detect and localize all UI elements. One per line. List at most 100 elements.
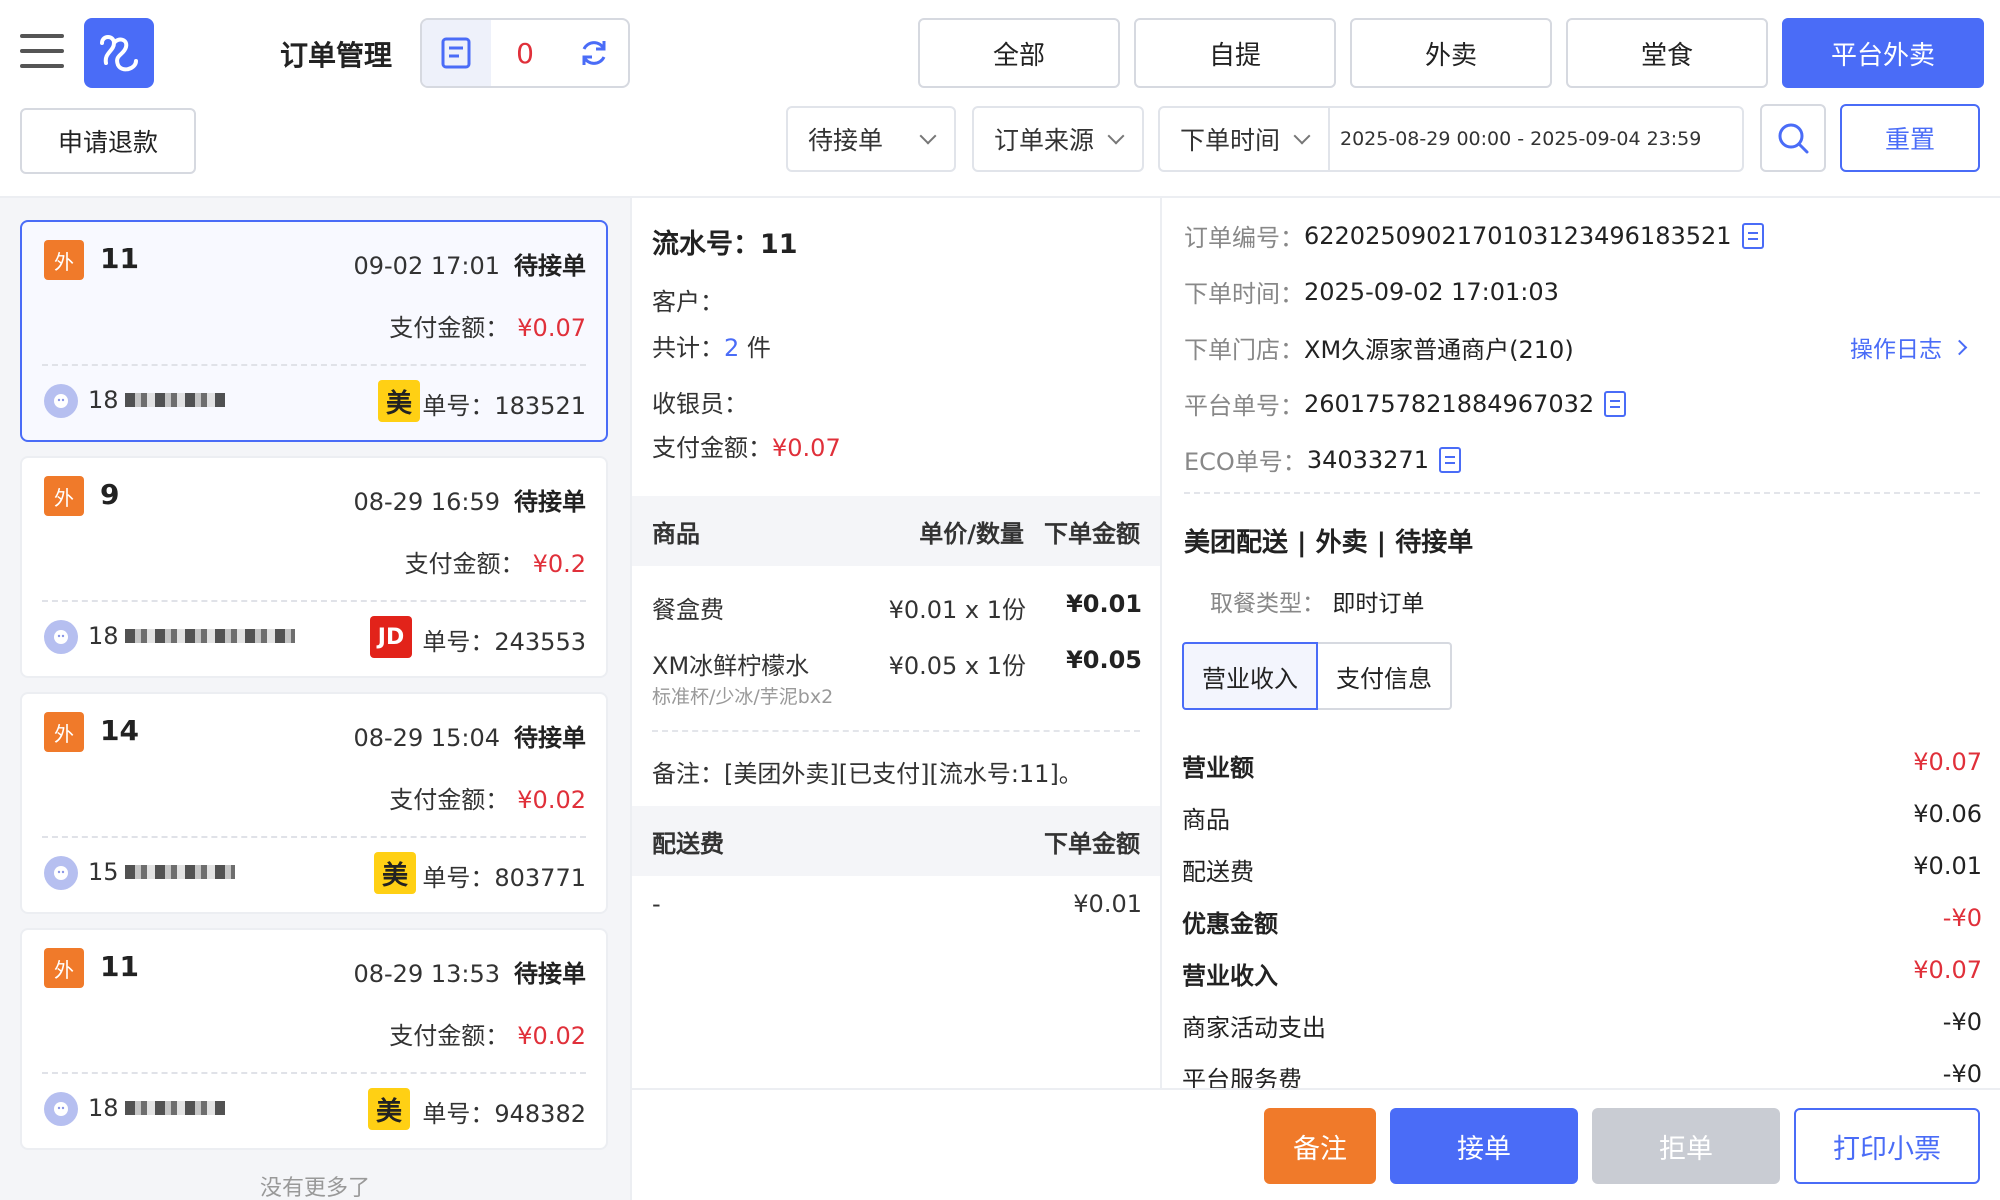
customer-phone: 18 — [88, 622, 295, 650]
order-time: 08-29 13:53 — [353, 960, 500, 988]
pay-amount: ¥0.07 — [772, 434, 841, 462]
status-filter[interactable]: 待接单 — [786, 106, 956, 172]
platform-no-label: 平台单号： — [1184, 392, 1304, 420]
goods-table-header: 商品 单价/数量 下单金额 — [632, 496, 1160, 566]
goods-sku: 标准杯/少冰/芋泥bx2 — [652, 686, 834, 708]
customer-phone: 15 — [88, 858, 235, 886]
jd-platform-icon: JD — [370, 616, 412, 658]
meituan-platform-icon: 美 — [378, 380, 420, 422]
order-id-row: 订单编号： 6220250902170103123496183521 — [1184, 218, 1764, 253]
finance-row: 优惠金额 -¥0 — [1182, 904, 1982, 938]
pay-amount-row: 支付金额： ¥0.02 — [389, 780, 586, 815]
divider — [1184, 492, 1980, 494]
time-filter[interactable]: 下单时间 — [1158, 106, 1330, 172]
tab-dine-in[interactable]: 堂食 — [1566, 18, 1768, 88]
divider — [42, 836, 586, 838]
pay-label: 支付金额： — [389, 1022, 510, 1050]
chevron-down-icon — [1107, 127, 1125, 145]
copy-icon[interactable] — [1741, 222, 1764, 249]
copy-icon[interactable] — [1438, 446, 1461, 473]
apply-refund-button[interactable]: 申请退款 — [20, 108, 196, 174]
detail-cashier: 收银员： — [652, 390, 748, 418]
tab-all[interactable]: 全部 — [918, 18, 1120, 88]
tab-payment-info[interactable]: 支付信息 — [1318, 642, 1452, 710]
order-card[interactable]: 外 11 08-29 13:53 待接单 支付金额： ¥0.02 18 美 单号：9… — [20, 928, 608, 1150]
copy-icon[interactable] — [1604, 390, 1627, 417]
order-serial: 9 — [100, 478, 120, 511]
order-card[interactable]: 外 11 09-02 17:01 待接单 支付金额： ¥0.07 18 美 单号：1… — [20, 220, 608, 442]
phone-prefix: 15 — [88, 858, 119, 886]
tab-platform-takeout[interactable]: 平台外卖 — [1782, 18, 1984, 88]
reset-button[interactable]: 重置 — [1840, 104, 1980, 172]
goods-amount: ¥0.05 — [1066, 646, 1142, 674]
phone-prefix: 18 — [88, 1094, 119, 1122]
print-receipt-button[interactable]: 打印小票 — [1794, 1108, 1980, 1184]
eco-no-label: ECO单号： — [1184, 448, 1307, 476]
order-no-label: 单号： — [422, 628, 495, 656]
order-number: 单号：948382 — [422, 1094, 586, 1129]
tab-takeout[interactable]: 外卖 — [1350, 18, 1552, 88]
meituan-platform-icon: 美 — [368, 1088, 410, 1130]
order-status: 待接单 — [514, 488, 586, 516]
finance-value: -¥0 — [1942, 904, 1982, 932]
phone-prefix: 18 — [88, 622, 119, 650]
meal-type-row: 取餐类型： 即时订单 — [1210, 584, 1424, 618]
customer-phone: 18 — [88, 1094, 225, 1122]
finance-label: 营业收入 — [1182, 962, 1278, 990]
order-card[interactable]: 外 14 08-29 15:04 待接单 支付金额： ¥0.02 15 美 单号：8… — [20, 692, 608, 914]
refresh-icon[interactable] — [559, 20, 628, 86]
pay-label: 支付金额： — [652, 434, 772, 462]
tab-pickup[interactable]: 自提 — [1134, 18, 1336, 88]
page-title: 订单管理 — [280, 39, 393, 72]
divider — [652, 730, 1140, 732]
source-filter[interactable]: 订单来源 — [972, 106, 1144, 172]
customer-avatar-icon — [44, 384, 78, 418]
order-no-value: 803771 — [494, 864, 586, 892]
total-label: 共计： — [652, 334, 724, 362]
store-name: XM久源家普通商户(210) — [1304, 336, 1574, 364]
goods-name: XM冰鲜柠檬水 — [652, 652, 810, 680]
accept-order-button[interactable]: 接单 — [1390, 1108, 1578, 1184]
takeout-badge: 外 — [44, 476, 84, 516]
goods-row: XM冰鲜柠檬水 ¥0.05 x 1份 ¥0.05 — [652, 646, 1142, 680]
order-status: 待接单 — [514, 252, 586, 280]
masked-phone — [124, 393, 225, 407]
order-serial: 11 — [100, 242, 139, 275]
order-no-value: 948382 — [494, 1100, 586, 1128]
detail-remark: 备注：[美团外卖][已支付][流水号:11]。 — [652, 760, 1083, 788]
chevron-down-icon — [1293, 127, 1311, 145]
reject-order-button[interactable]: 拒单 — [1592, 1108, 1780, 1184]
pay-amount-row: 支付金额： ¥0.07 — [389, 308, 586, 343]
status-filter-value: 待接单 — [808, 126, 884, 155]
pay-amount: ¥0.2 — [532, 550, 586, 578]
order-no-value: 183521 — [494, 392, 586, 420]
masked-phone — [124, 1101, 225, 1115]
detail-customer: 客户： — [652, 288, 724, 316]
menu-icon[interactable] — [20, 34, 64, 68]
detail-total: 共计：2 件 — [652, 328, 771, 363]
detail-serial: 流水号：11 — [652, 229, 798, 260]
order-card[interactable]: 外 9 08-29 16:59 待接单 支付金额： ¥0.2 18 JD 单号：24… — [20, 456, 608, 678]
divider — [42, 364, 586, 366]
finance-row: 平台服务费 -¥0 — [1182, 1060, 1982, 1094]
divider — [42, 1072, 586, 1074]
col-delivery: 配送费 — [652, 829, 724, 858]
finance-row: 营业额 ¥0.07 — [1182, 748, 1982, 782]
search-button[interactable] — [1760, 104, 1826, 172]
order-time-row: 下单时间： 2025-09-02 17:01:03 — [1184, 274, 1559, 309]
order-id: 6220250902170103123496183521 — [1304, 221, 1732, 250]
remark-button[interactable]: 备注 — [1264, 1108, 1376, 1184]
date-range-input[interactable]: 2025-08-29 00:00 - 2025-09-04 23:59 — [1330, 106, 1744, 172]
order-list-icon[interactable] — [422, 20, 491, 86]
pay-amount-row: 支付金额： ¥0.2 — [405, 544, 586, 579]
tab-business-income[interactable]: 营业收入 — [1182, 642, 1318, 710]
order-serial: 11 — [100, 950, 139, 983]
order-number: 单号：803771 — [422, 858, 586, 893]
store-row: 下单门店： XM久源家普通商户(210) — [1184, 330, 1574, 365]
finance-label: 配送费 — [1182, 858, 1254, 886]
pay-amount: ¥0.02 — [517, 786, 586, 814]
operation-log-link[interactable]: 操作日志 — [1850, 330, 1968, 364]
finance-label: 商家活动支出 — [1182, 1014, 1326, 1042]
chevron-right-icon — [1951, 339, 1968, 355]
detail-pay: 支付金额：¥0.07 — [652, 428, 841, 463]
